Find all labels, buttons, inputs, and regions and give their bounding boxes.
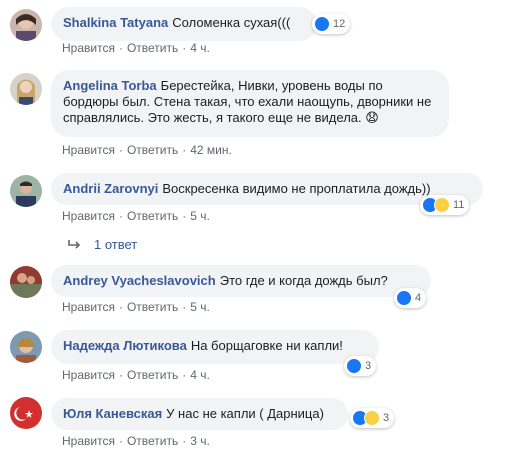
reply-link[interactable]: Ответить [127, 368, 178, 382]
comment-actions: Нравится · Ответить · 3 ч. [62, 434, 210, 448]
comment-author[interactable]: Angelina Torba [63, 78, 157, 93]
reaction-summary[interactable]: 11 [420, 195, 470, 215]
reply-link[interactable]: Ответить [127, 41, 178, 55]
comment-bubble: Andrey Vyacheslavovich Это где и когда до… [51, 265, 431, 297]
timestamp[interactable]: 4 ч. [190, 41, 210, 55]
like-reaction-icon [314, 16, 330, 32]
comment-actions: Нравится · Ответить · 4 ч. [62, 41, 210, 55]
reaction-summary[interactable]: 3 [350, 408, 395, 428]
comment-author[interactable]: Andrey Vyacheslavovich [63, 273, 216, 288]
comment-text: Воскресенка видимо не проплатила дождь)) [162, 181, 431, 196]
avatar[interactable] [10, 73, 42, 105]
comment-bubble: Надежда Лютикова На борщаговке ни капли! [51, 330, 379, 364]
comment-actions: Нравится · Ответить · 42 мин. [62, 143, 232, 157]
reaction-count: 4 [415, 292, 422, 304]
reaction-count: 11 [453, 199, 465, 211]
like-reaction-icon [396, 290, 412, 306]
like-link[interactable]: Нравится [62, 41, 115, 55]
comment-actions: Нравится · Ответить · 5 ч. [62, 300, 210, 314]
comment-text: Это где и когда дождь был? [219, 273, 388, 288]
comment-bubble: Andrii Zarovnyi Воскресенка видимо не про… [51, 173, 483, 205]
like-reaction-icon [346, 358, 362, 374]
replies-count-label[interactable]: 1 ответ [94, 237, 137, 252]
comment-author[interactable]: Andrii Zarovnyi [63, 181, 158, 196]
comment-bubble: Shalkina Tatyana Соломенка сухая((( [51, 7, 317, 41]
avatar[interactable] [10, 397, 42, 429]
comment-author[interactable]: Надежда Лютикова [63, 338, 187, 353]
comment-text: На борщаговке ни капли! [190, 338, 343, 353]
comment-actions: Нравится · Ответить · 4 ч. [62, 368, 210, 382]
timestamp[interactable]: 42 мин. [190, 143, 232, 157]
like-link[interactable]: Нравится [62, 300, 115, 314]
timestamp[interactable]: 5 ч. [190, 300, 210, 314]
wow-reaction-icon [364, 410, 380, 426]
timestamp[interactable]: 5 ч. [190, 209, 210, 223]
like-link[interactable]: Нравится [62, 209, 115, 223]
avatar[interactable] [10, 9, 42, 41]
comment-author[interactable]: Shalkina Tatyana [63, 15, 168, 30]
like-link[interactable]: Нравится [62, 368, 115, 382]
reaction-summary[interactable]: 12 [312, 14, 351, 34]
like-link[interactable]: Нравится [62, 434, 115, 448]
reply-arrow-icon [68, 239, 81, 249]
comment-text: У нас не капли ( Дарница) [166, 406, 324, 421]
reaction-count: 3 [383, 412, 390, 424]
reply-link[interactable]: Ответить [127, 209, 178, 223]
comment-text: Соломенка сухая((( [172, 15, 291, 30]
reply-link[interactable]: Ответить [127, 143, 178, 157]
view-replies-link[interactable]: 1 ответ [68, 237, 137, 252]
reaction-count: 3 [365, 360, 372, 372]
avatar[interactable] [10, 175, 42, 207]
reply-link[interactable]: Ответить [127, 434, 178, 448]
comment-actions: Нравится · Ответить · 5 ч. [62, 209, 210, 223]
reply-link[interactable]: Ответить [127, 300, 178, 314]
haha-reaction-icon [434, 197, 450, 213]
reaction-count: 12 [333, 18, 346, 30]
reaction-summary[interactable]: 3 [344, 356, 377, 376]
avatar[interactable] [10, 266, 42, 298]
comment-bubble: Юля Каневская У нас не капли ( Дарница) [51, 398, 348, 430]
avatar[interactable] [10, 331, 42, 363]
timestamp[interactable]: 4 ч. [190, 368, 210, 382]
like-link[interactable]: Нравится [62, 143, 115, 157]
comment-bubble: Angelina Torba Берестейка, Нивки, уровень… [51, 70, 449, 137]
timestamp[interactable]: 3 ч. [190, 434, 210, 448]
reaction-summary[interactable]: 4 [394, 288, 427, 308]
comment-author[interactable]: Юля Каневская [63, 406, 162, 421]
